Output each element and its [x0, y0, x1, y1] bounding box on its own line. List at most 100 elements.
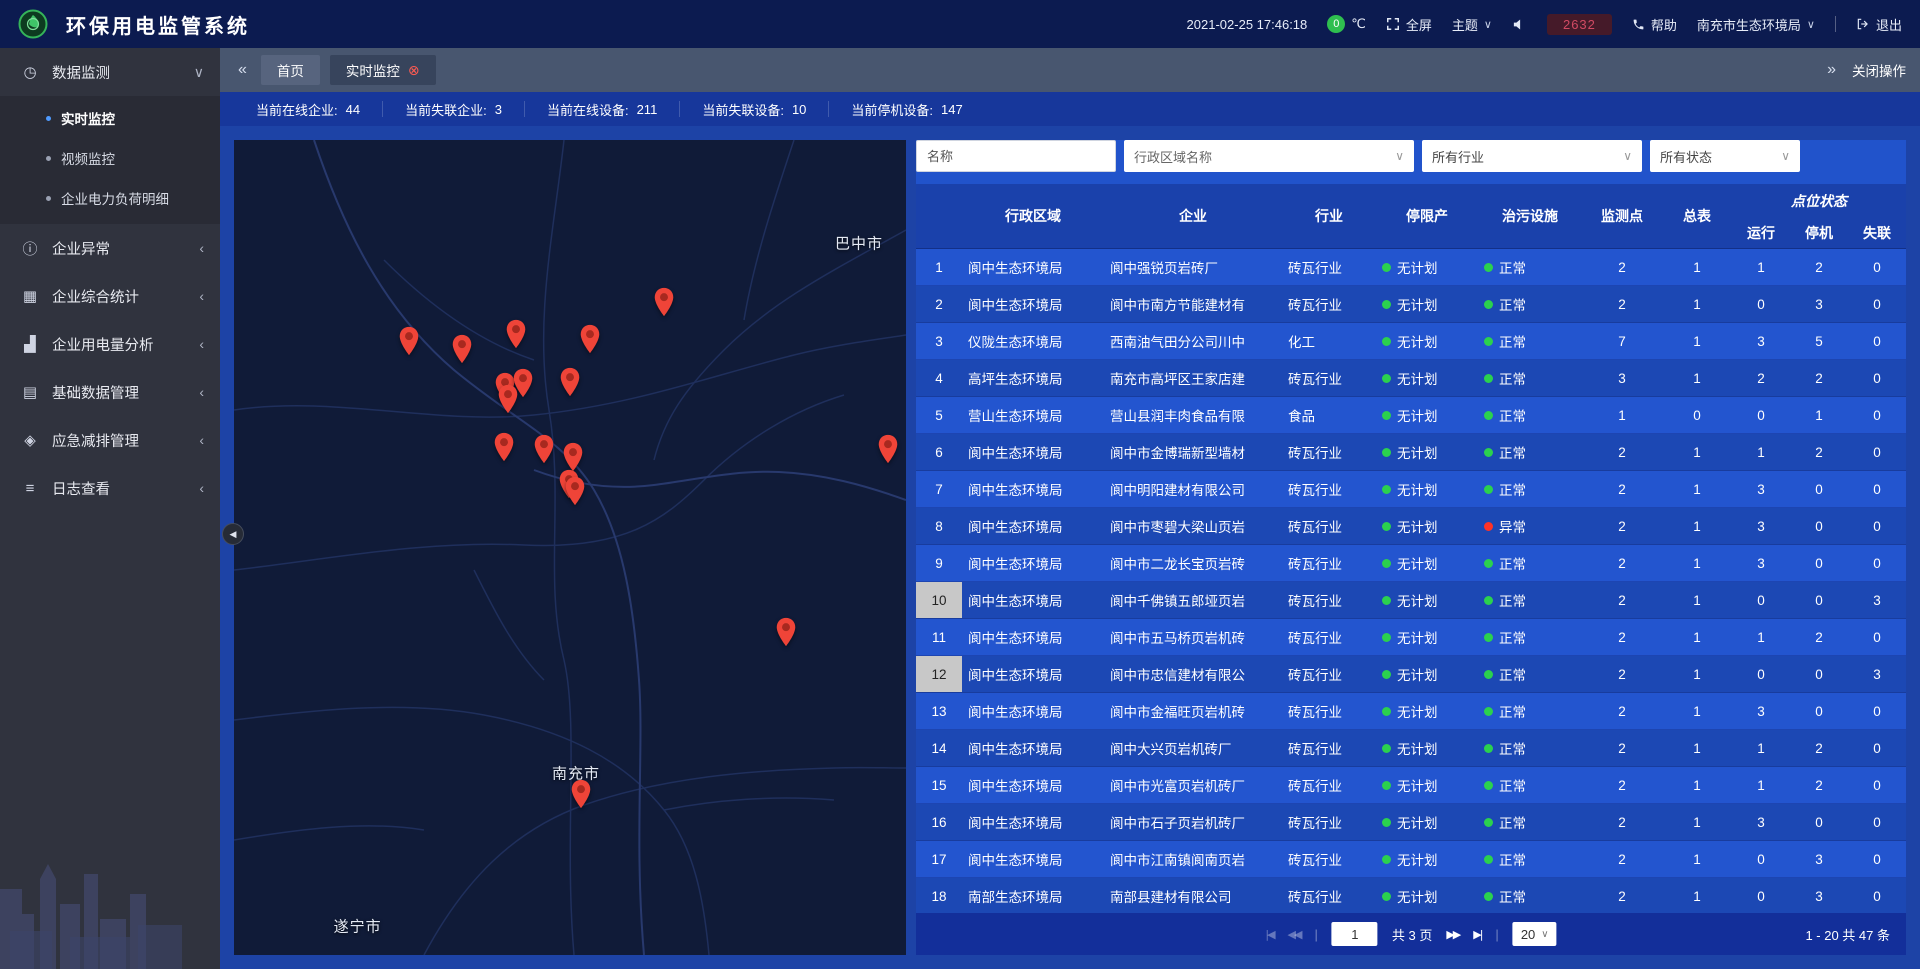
- map-pin[interactable]: [505, 319, 527, 349]
- map-pin[interactable]: [877, 434, 899, 464]
- cell-monitor-points: 1: [1582, 397, 1662, 433]
- cell-row-number: 11: [916, 619, 962, 655]
- map-pin[interactable]: [493, 432, 515, 462]
- sidebar-group-emergency-management[interactable]: ◈ 应急减排管理 ‹: [0, 416, 220, 464]
- page-number-input[interactable]: [1332, 922, 1378, 946]
- cell-stopped: 0: [1790, 693, 1848, 729]
- cell-row-number: 2: [916, 286, 962, 322]
- map-pin[interactable]: [570, 779, 592, 809]
- table-row[interactable]: 16 阆中生态环境局 阆中市石子页岩机砖厂 砖瓦行业 无计划: [916, 804, 1906, 841]
- sidebar-group-power-analysis[interactable]: ▟ 企业用电量分析 ‹: [0, 320, 220, 368]
- status-filter-select[interactable]: 所有状态 ∨: [1650, 140, 1800, 172]
- temperature-badge: 0: [1327, 15, 1345, 33]
- theme-dropdown[interactable]: 主题 ∨: [1452, 15, 1492, 34]
- industry-filter-select[interactable]: 所有行业 ∨: [1422, 140, 1642, 172]
- table-row[interactable]: 13 阆中生态环境局 阆中市金福旺页岩机砖 砖瓦行业 无计划: [916, 693, 1906, 730]
- table-row[interactable]: 18 南部生态环境局 南部县建材有限公司 砖瓦行业 无计划: [916, 878, 1906, 913]
- tabs-scroll-right-icon[interactable]: »: [1823, 61, 1840, 79]
- table-row[interactable]: 10 阆中生态环境局 阆中千佛镇五郎垭页岩 砖瓦行业 无计划: [916, 582, 1906, 619]
- map-pin[interactable]: [497, 384, 519, 414]
- chevron-down-icon: ∨: [194, 64, 204, 81]
- tabs-scroll-left-icon[interactable]: «: [234, 61, 251, 79]
- map-pin[interactable]: [653, 287, 675, 317]
- sidebar-group-base-data[interactable]: ▤ 基础数据管理 ‹: [0, 368, 220, 416]
- stat-label: 当前停机设备:: [851, 100, 933, 119]
- close-operations-dropdown[interactable]: 关闭操作: [1852, 60, 1906, 80]
- map-pin[interactable]: [562, 442, 584, 472]
- map-pin[interactable]: [559, 367, 581, 397]
- cell-offline: 0: [1848, 471, 1906, 507]
- next-page-button[interactable]: ▶▶: [1446, 928, 1459, 941]
- cell-company: 阆中市江南镇阆南页岩: [1104, 841, 1282, 877]
- alert-count-badge[interactable]: 2632: [1547, 14, 1612, 35]
- pagination-controls: |◀ ◀◀ | 共 3 页 ▶▶ ▶| | 20 ∨: [1265, 922, 1556, 946]
- first-page-button[interactable]: |◀: [1265, 928, 1273, 941]
- cell-total-meter: 1: [1662, 286, 1732, 322]
- cell-region: 阆中生态环境局: [962, 286, 1104, 322]
- table-row[interactable]: 11 阆中生态环境局 阆中市五马桥页岩机砖 砖瓦行业 无计划: [916, 619, 1906, 656]
- cell-region: 阆中生态环境局: [962, 619, 1104, 655]
- table-row[interactable]: 4 高坪生态环境局 南充市高坪区王家店建 砖瓦行业 无计划: [916, 360, 1906, 397]
- stat-item: 当前失联设备: 10: [680, 101, 829, 117]
- map-pin[interactable]: [775, 617, 797, 647]
- map-pin[interactable]: [579, 324, 601, 354]
- prev-page-button[interactable]: ◀◀: [1288, 928, 1301, 941]
- cell-company: 阆中市枣碧大梁山页岩: [1104, 508, 1282, 544]
- page-size-select[interactable]: 20 ∨: [1513, 922, 1557, 946]
- name-filter-input[interactable]: [916, 140, 1116, 172]
- table-row[interactable]: 2 阆中生态环境局 阆中市南方节能建材有 砖瓦行业 无计划: [916, 286, 1906, 323]
- cell-stop-production: 无计划: [1376, 730, 1478, 766]
- top-header: 环保用电监管系统 2021-02-25 17:46:18 0 ℃ 全屏 主题 ∨…: [0, 0, 1920, 48]
- sidebar-item-video-monitor[interactable]: 视频监控: [0, 138, 220, 178]
- cell-industry: 砖瓦行业: [1282, 508, 1376, 544]
- map-pin[interactable]: [564, 476, 586, 506]
- sidebar-item-power-load-detail[interactable]: 企业电力负荷明细: [0, 178, 220, 218]
- fullscreen-button[interactable]: 全屏: [1386, 15, 1432, 34]
- status-dot-icon: [1484, 781, 1493, 790]
- table-row[interactable]: 1 阆中生态环境局 阆中强锐页岩砖厂 砖瓦行业 无计划: [916, 249, 1906, 286]
- map-pin-icon: [398, 326, 420, 356]
- table-row[interactable]: 17 阆中生态环境局 阆中市江南镇阆南页岩 砖瓦行业 无计划: [916, 841, 1906, 878]
- help-button[interactable]: 帮助: [1632, 15, 1677, 34]
- sidebar-item-realtime-monitor[interactable]: 实时监控: [0, 98, 220, 138]
- status-dot-icon: [1382, 559, 1391, 568]
- cell-industry: 砖瓦行业: [1282, 878, 1376, 913]
- cell-offline: 0: [1848, 545, 1906, 581]
- sidebar: ◷ 数据监测 ∨ 实时监控 视频监控 企业电力负荷明细: [0, 48, 220, 969]
- cell-company: 阆中市二龙长宝页岩砖: [1104, 545, 1282, 581]
- table-row[interactable]: 6 阆中生态环境局 阆中市金博瑞新型墙材 砖瓦行业 无计划: [916, 434, 1906, 471]
- last-page-button[interactable]: ▶|: [1473, 928, 1481, 941]
- table-row[interactable]: 8 阆中生态环境局 阆中市枣碧大梁山页岩 砖瓦行业 无计划: [916, 508, 1906, 545]
- sidebar-group-data-monitoring[interactable]: ◷ 数据监测 ∨: [0, 48, 220, 96]
- org-dropdown[interactable]: 南充市生态环境局 ∨: [1697, 15, 1815, 34]
- cell-company: 阆中市南方节能建材有: [1104, 286, 1282, 322]
- table-row[interactable]: 12 阆中生态环境局 阆中市忠信建材有限公 砖瓦行业 无计划: [916, 656, 1906, 693]
- table-row[interactable]: 14 阆中生态环境局 阆中大兴页岩机砖厂 砖瓦行业 无计划: [916, 730, 1906, 767]
- table-row[interactable]: 5 营山生态环境局 营山县润丰肉食品有限 食品 无计划: [916, 397, 1906, 434]
- sidebar-group-company-statistics[interactable]: ▦ 企业综合统计 ‹: [0, 272, 220, 320]
- table-row[interactable]: 3 仪陇生态环境局 西南油气田分公司川中 化工 无计划: [916, 323, 1906, 360]
- map-panel[interactable]: 巴中市 南充市 遂宁市: [234, 140, 906, 955]
- tab-home[interactable]: 首页: [261, 55, 320, 85]
- cell-stop-production: 无计划: [1376, 582, 1478, 618]
- map-pin[interactable]: [451, 334, 473, 364]
- map-pin[interactable]: [398, 326, 420, 356]
- cell-monitor-points: 2: [1582, 841, 1662, 877]
- logout-button[interactable]: 退出: [1856, 15, 1902, 34]
- table-row[interactable]: 9 阆中生态环境局 阆中市二龙长宝页岩砖 砖瓦行业 无计划: [916, 545, 1906, 582]
- cell-stop-production: 无计划: [1376, 397, 1478, 433]
- region-filter-select[interactable]: 行政区域名称 ∨: [1124, 140, 1414, 172]
- close-tab-icon[interactable]: ⊗: [408, 62, 420, 79]
- map-pin[interactable]: [533, 434, 555, 464]
- sidebar-group-company-abnormal[interactable]: ⓘ 企业异常 ‹: [0, 224, 220, 272]
- cell-company: 阆中市金福旺页岩机砖: [1104, 693, 1282, 729]
- tab-realtime-monitor[interactable]: 实时监控 ⊗: [330, 55, 436, 85]
- announcement-button[interactable]: [1512, 17, 1527, 32]
- map-collapse-handle[interactable]: ◀: [222, 523, 244, 545]
- col-header-point-status: 点位状态: [1732, 184, 1906, 218]
- sidebar-group-log-view[interactable]: ≡ 日志查看 ‹: [0, 464, 220, 512]
- pager-divider: |: [1495, 927, 1498, 942]
- table-row[interactable]: 15 阆中生态环境局 阆中市光富页岩机砖厂 砖瓦行业 无计划: [916, 767, 1906, 804]
- table-row[interactable]: 7 阆中生态环境局 阆中明阳建材有限公司 砖瓦行业 无计划: [916, 471, 1906, 508]
- chevron-down-icon: ∨: [1623, 149, 1632, 163]
